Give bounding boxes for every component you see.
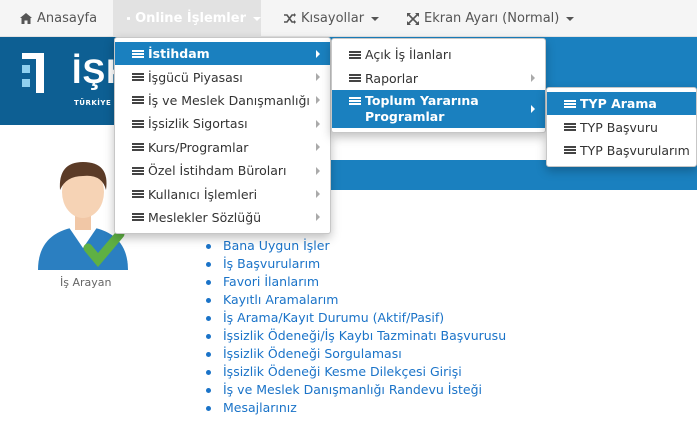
menu-item-label: Açık İş İlanları xyxy=(365,47,452,63)
list-icon xyxy=(349,96,361,106)
chevron-right-icon xyxy=(316,166,320,175)
chevron-right-icon xyxy=(316,190,320,199)
chevron-right-icon xyxy=(316,96,320,105)
link-item[interactable]: İşsizlik Ödeneği Kesme Dilekçesi Girişi xyxy=(206,363,506,381)
menu-item-toplum-yararina[interactable]: Toplum Yararına Programlar xyxy=(332,89,545,128)
nav-home[interactable]: Anasayfa xyxy=(20,0,97,37)
list-icon xyxy=(127,17,131,20)
list-icon xyxy=(132,72,144,82)
menu-item-label: İşgücü Piyasası xyxy=(148,69,243,85)
menu-item-typ-basvurularim[interactable]: TYP Başvurularım xyxy=(547,139,696,162)
nav-home-label: Anasayfa xyxy=(37,11,98,26)
list-icon xyxy=(132,189,144,199)
chevron-down-icon xyxy=(371,16,380,21)
list-icon xyxy=(132,166,144,176)
link-item[interactable]: İş Arama/Kayıt Durumu (Aktif/Pasif) xyxy=(206,309,506,327)
list-icon xyxy=(349,73,361,83)
menu-item-label: TYP Başvurularım xyxy=(580,142,690,158)
chevron-right-icon xyxy=(316,143,320,152)
chevron-right-icon xyxy=(316,119,320,128)
menu-item-typ-arama[interactable]: TYP Arama xyxy=(547,92,696,116)
link-item[interactable]: İş ve Meslek Danışmanlığı Randevu İsteği xyxy=(206,381,506,399)
link-item[interactable]: Favori İlanlarım xyxy=(206,273,506,291)
menu-item-raporlar[interactable]: Raporlar xyxy=(332,66,545,89)
menu-item-label: Toplum Yararına Programlar xyxy=(365,92,479,124)
list-icon xyxy=(132,49,144,59)
link-item[interactable]: Kayıtlı Aramalarım xyxy=(206,291,506,309)
list-icon xyxy=(564,145,576,155)
list-icon xyxy=(564,99,576,109)
menu-item-sozluk[interactable]: Meslekler Sözlüğü xyxy=(115,206,330,229)
menu-item-istihdam[interactable]: İstihdam xyxy=(115,42,330,66)
home-icon xyxy=(20,13,32,24)
shuffle-icon xyxy=(284,13,296,24)
menu-item-label: TYP Arama xyxy=(580,96,657,112)
chevron-down-icon xyxy=(566,16,575,21)
profile-label: İş Arayan xyxy=(60,276,112,289)
chevron-right-icon xyxy=(531,104,535,113)
link-item[interactable]: Mesajlarınız xyxy=(206,399,506,417)
nav-online-islemler[interactable]: Online İşlemler xyxy=(113,0,261,37)
iskur-logo-icon xyxy=(22,53,44,93)
list-icon xyxy=(132,119,144,129)
nav-kisayollar[interactable]: Kısayollar xyxy=(284,0,380,37)
list-icon xyxy=(132,142,144,152)
chevron-right-icon xyxy=(316,213,320,222)
menu-item-ozel-buro[interactable]: Özel İstihdam Büroları xyxy=(115,159,330,182)
menu-item-label: İş ve Meslek Danışmanlığı xyxy=(148,92,310,108)
menu-item-kurs[interactable]: Kurs/Programlar xyxy=(115,136,330,159)
chevron-right-icon xyxy=(316,73,320,82)
menu-item-label: İşsizlik Sigortası xyxy=(148,116,248,132)
menu-item-label: Özel İstihdam Büroları xyxy=(148,163,287,179)
link-item[interactable]: İş Başvurularım xyxy=(206,255,506,273)
menu-item-danismanlik[interactable]: İş ve Meslek Danışmanlığı xyxy=(115,89,330,112)
link-item[interactable]: İşsizlik Ödeneği/İş Kaybı Tazminatı Başv… xyxy=(206,327,506,345)
menu-item-label: Meslekler Sözlüğü xyxy=(148,209,262,225)
typ-submenu: TYP Arama TYP Başvuru TYP Başvurularım xyxy=(546,87,697,168)
nav-online-label: Online İşlemler xyxy=(135,11,246,26)
istihdam-submenu: Açık İş İlanları Raporlar Toplum Yararın… xyxy=(331,38,546,133)
chevron-right-icon xyxy=(316,49,320,58)
online-islemler-menu: İstihdam İşgücü Piyasası İş ve Meslek Da… xyxy=(114,37,331,235)
menu-item-label: Raporlar xyxy=(365,70,419,86)
list-icon xyxy=(564,122,576,132)
menu-item-kullanici[interactable]: Kullanıcı İşlemleri xyxy=(115,182,330,205)
menu-item-typ-basvuru[interactable]: TYP Başvuru xyxy=(547,115,696,138)
list-icon xyxy=(132,95,144,105)
menu-item-label: TYP Başvuru xyxy=(580,119,658,135)
chevron-right-icon xyxy=(531,74,535,83)
nav-kisayollar-label: Kısayollar xyxy=(301,11,365,26)
menu-item-isgucu[interactable]: İşgücü Piyasası xyxy=(115,65,330,88)
logo-subtitle: TÜRKİYE xyxy=(74,99,112,107)
nav-ekran-ayari[interactable]: Ekran Ayarı (Normal) xyxy=(407,0,575,37)
link-item[interactable]: İşsizlik Ödeneği Sorgulaması xyxy=(206,345,506,363)
nav-ekran-label: Ekran Ayarı (Normal) xyxy=(424,11,560,26)
menu-item-label: Kullanıcı İşlemleri xyxy=(148,186,258,202)
quick-links-list: Bana Uygun İşler İş Başvurularım Favori … xyxy=(206,237,506,417)
menu-item-label: Kurs/Programlar xyxy=(148,139,249,155)
menu-item-acik-is-ilanlari[interactable]: Açık İş İlanları xyxy=(332,43,545,66)
link-item[interactable]: Bana Uygun İşler xyxy=(206,237,506,255)
expand-icon xyxy=(407,12,419,25)
list-icon xyxy=(349,50,361,60)
chevron-down-icon xyxy=(253,16,261,21)
menu-item-label: İstihdam xyxy=(148,46,210,62)
list-icon xyxy=(132,212,144,222)
top-navbar: Anasayfa Online İşlemler Kısayollar Ekra… xyxy=(0,0,697,37)
menu-item-sigorta[interactable]: İşsizlik Sigortası xyxy=(115,112,330,135)
